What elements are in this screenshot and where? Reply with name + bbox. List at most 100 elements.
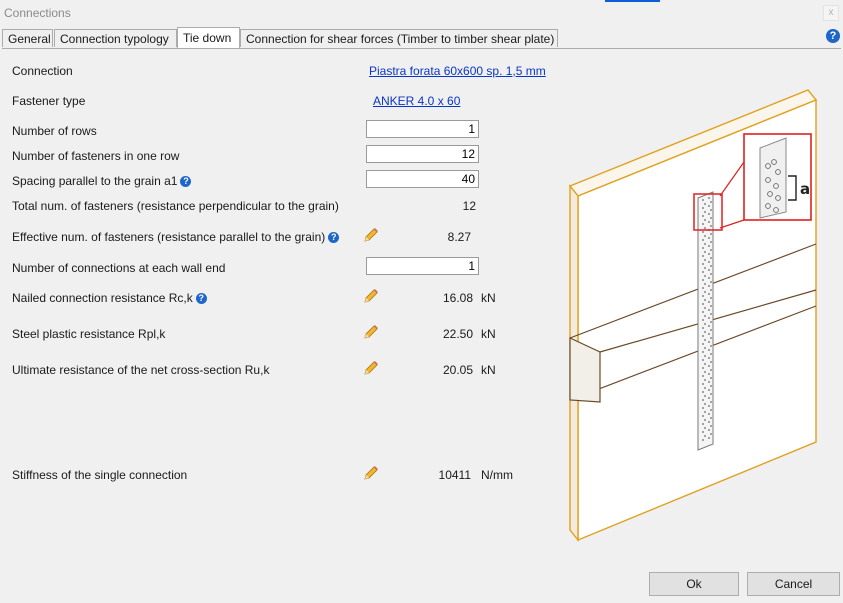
nailed-resistance-label-text: Nailed connection resistance Rc,k xyxy=(12,291,193,305)
effective-fasteners-label: Effective num. of fasteners (resistance … xyxy=(12,230,340,244)
plate-hole xyxy=(703,202,707,206)
plate-hole xyxy=(703,218,707,222)
plate-hole xyxy=(703,258,707,262)
plate-hole xyxy=(709,232,713,236)
connection-link[interactable]: Piastra forata 60x600 sp. 1,5 mm xyxy=(369,64,546,78)
plate-hole xyxy=(709,376,713,380)
plate-hole xyxy=(707,316,711,320)
plate-hole xyxy=(701,318,705,322)
plate-hole xyxy=(701,246,705,250)
plate-hole xyxy=(709,320,713,324)
plate-hole xyxy=(707,404,711,408)
total-fasteners-label: Total num. of fasteners (resistance perp… xyxy=(12,199,339,213)
plate-hole xyxy=(703,418,707,422)
plate-hole xyxy=(709,248,713,252)
plate-hole xyxy=(701,294,705,298)
ultimate-resistance-value: 20.05 xyxy=(442,363,473,377)
steel-plastic-label: Steel plastic resistance Rpl,k xyxy=(12,327,166,341)
steel-plastic-unit: kN xyxy=(481,327,496,341)
pencil-icon[interactable] xyxy=(362,464,380,482)
plate-hole xyxy=(703,298,707,302)
plate-hole xyxy=(707,380,711,384)
plate-hole xyxy=(707,428,711,432)
question-circle-icon[interactable]: ? xyxy=(826,29,840,43)
wall-connection-drawing: a xyxy=(568,89,818,542)
close-button[interactable]: x xyxy=(823,5,839,21)
plate-hole xyxy=(707,356,711,360)
pencil-icon[interactable] xyxy=(362,226,380,244)
plate-hole xyxy=(707,292,711,296)
plate-hole xyxy=(707,332,711,336)
tab-tie-down[interactable]: Tie down xyxy=(177,27,240,48)
spacing-input[interactable] xyxy=(366,170,479,188)
plate-hole xyxy=(709,400,713,404)
question-circle-icon[interactable]: ? xyxy=(180,176,192,187)
plate-hole xyxy=(703,378,707,382)
plate-hole xyxy=(701,310,705,314)
plate-hole xyxy=(709,336,713,340)
connections-each-end-input[interactable] xyxy=(366,257,479,275)
tab-general[interactable]: General xyxy=(2,29,53,47)
tab-connection-typology[interactable]: Connection typology xyxy=(54,29,177,47)
plate-hole xyxy=(707,236,711,240)
ok-button[interactable]: Ok xyxy=(649,572,739,596)
plate-hole xyxy=(707,396,711,400)
spacing-label-text: Spacing parallel to the grain a1 xyxy=(12,174,178,188)
question-circle-icon[interactable]: ? xyxy=(328,232,340,243)
connection-label: Connection xyxy=(12,64,73,78)
plate-hole xyxy=(701,366,705,370)
pencil-icon[interactable] xyxy=(362,287,380,305)
accent-line xyxy=(605,0,660,2)
plate-hole xyxy=(709,408,713,412)
plate-hole xyxy=(703,394,707,398)
fastener-type-link[interactable]: ANKER 4.0 x 60 xyxy=(373,94,460,108)
effective-fasteners-label-text: Effective num. of fasteners (resistance … xyxy=(12,230,326,244)
plate-hole xyxy=(707,204,711,208)
plate-hole xyxy=(709,344,713,348)
plate-hole xyxy=(703,354,707,358)
pencil-icon[interactable] xyxy=(362,359,380,377)
plate-hole xyxy=(707,284,711,288)
plate-hole xyxy=(709,328,713,332)
fasteners-per-row-input[interactable] xyxy=(366,145,479,163)
plate-hole xyxy=(707,220,711,224)
spacing-label: Spacing parallel to the grain a1? xyxy=(12,174,192,188)
question-circle-icon[interactable]: ? xyxy=(195,293,207,304)
tab-connection-shear[interactable]: Connection for shear forces (Timber to t… xyxy=(240,29,558,47)
plate-hole xyxy=(709,288,713,292)
plate-hole xyxy=(701,230,705,234)
pencil-icon[interactable] xyxy=(362,323,380,341)
plate-hole xyxy=(709,360,713,364)
plate-hole xyxy=(703,322,707,326)
plate-hole xyxy=(709,312,713,316)
plate-hole xyxy=(707,252,711,256)
ultimate-resistance-label: Ultimate resistance of the net cross-sec… xyxy=(12,363,270,377)
plate-hole xyxy=(707,308,711,312)
connections-each-end-label: Number of connections at each wall end xyxy=(12,261,226,275)
plate-hole xyxy=(701,358,705,362)
plate-hole xyxy=(703,266,707,270)
plate-hole xyxy=(709,392,713,396)
cancel-button[interactable]: Cancel xyxy=(747,572,840,596)
plate-hole xyxy=(701,262,705,266)
nailed-resistance-value: 16.08 xyxy=(442,291,473,305)
plate-hole xyxy=(701,270,705,274)
plate-hole xyxy=(707,436,711,440)
plate-hole xyxy=(701,422,705,426)
plate-hole xyxy=(703,314,707,318)
plate-hole xyxy=(709,368,713,372)
plate-hole xyxy=(701,430,705,434)
window-title: Connections xyxy=(4,6,71,20)
plate-hole xyxy=(709,304,713,308)
plate-hole xyxy=(701,438,705,442)
nailed-resistance-label: Nailed connection resistance Rc,k? xyxy=(12,291,207,305)
plate-hole xyxy=(703,434,707,438)
plate-hole xyxy=(707,268,711,272)
plate-hole xyxy=(701,414,705,418)
plate-hole xyxy=(709,384,713,388)
nailed-resistance-unit: kN xyxy=(481,291,496,305)
plate-hole xyxy=(701,286,705,290)
rows-input[interactable] xyxy=(366,120,479,138)
plate-hole xyxy=(707,244,711,248)
plate-hole xyxy=(703,274,707,278)
